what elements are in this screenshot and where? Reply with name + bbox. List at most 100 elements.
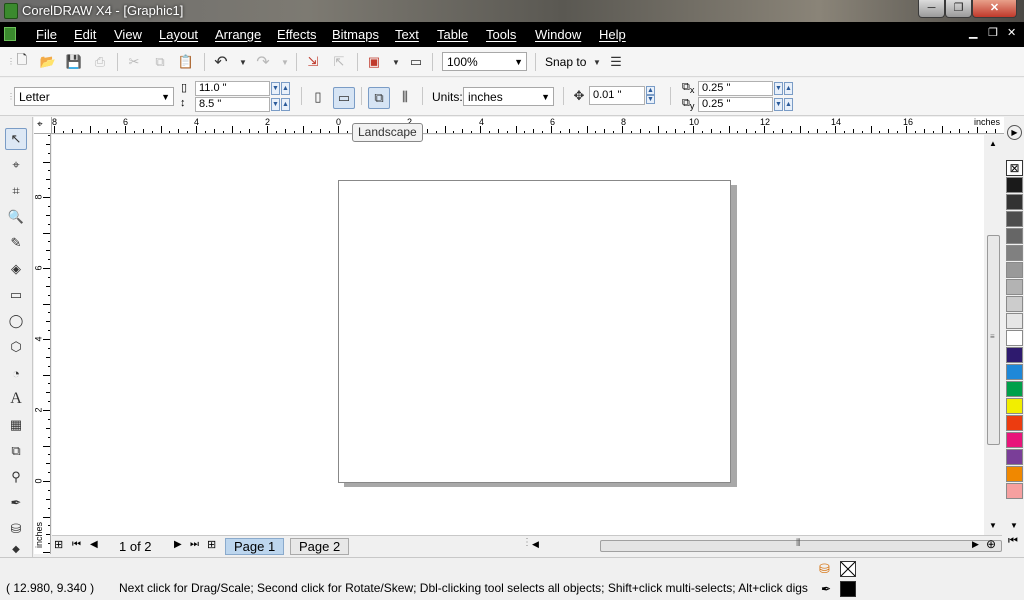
freehand-tool-icon[interactable]: ✎: [5, 232, 27, 254]
menu-bitmaps[interactable]: Bitmaps: [332, 27, 379, 42]
doc-restore-icon[interactable]: ❐: [988, 26, 998, 39]
palette-swatch[interactable]: [1006, 449, 1023, 465]
paper-size-select[interactable]: Letter ▼: [14, 87, 174, 106]
palette-swatch[interactable]: [1006, 381, 1023, 397]
vertical-scroll-thumb[interactable]: ≡: [987, 235, 1000, 445]
redo-dropdown-icon[interactable]: ▼: [277, 54, 293, 70]
document-icon[interactable]: [4, 27, 16, 41]
outline-color-black[interactable]: [840, 581, 856, 597]
horizontal-scroll-thumb[interactable]: ⦀: [600, 538, 1002, 552]
export-icon[interactable]: ⇱: [331, 54, 347, 70]
interactive-fill-tool-icon[interactable]: ◆: [5, 542, 27, 556]
palette-swatch[interactable]: [1006, 279, 1023, 295]
page-height-input[interactable]: 8.5 ": [195, 97, 270, 112]
ruler-origin[interactable]: ⌖: [34, 117, 52, 134]
width-up-icon[interactable]: ▲: [281, 82, 290, 95]
vertical-scrollbar[interactable]: ▲ ≡ ▼: [985, 135, 1002, 535]
menu-tools[interactable]: Tools: [486, 27, 516, 42]
smart-fill-tool-icon[interactable]: ◈: [5, 258, 27, 280]
palette-swatch[interactable]: [1006, 245, 1023, 261]
palette-scroll-down-icon[interactable]: ▼: [1010, 521, 1018, 530]
dupy-down-icon[interactable]: ▼: [774, 98, 783, 111]
drawing-page[interactable]: [338, 180, 731, 483]
menu-edit[interactable]: Edit: [74, 27, 96, 42]
units-select[interactable]: inches ▼: [463, 87, 554, 106]
outline-tool-icon[interactable]: ✒: [5, 492, 27, 514]
dupy-up-icon[interactable]: ▲: [784, 98, 793, 111]
insert-page-after-icon[interactable]: ⊞: [207, 538, 216, 551]
current-page-icon[interactable]: ⫼: [397, 89, 413, 105]
palette-scroll-up-icon[interactable]: ▶: [1007, 125, 1022, 140]
all-pages-icon[interactable]: ⧉: [368, 87, 390, 109]
insert-page-before-icon[interactable]: ⊞: [54, 538, 63, 551]
palette-swatch[interactable]: [1006, 415, 1023, 431]
polygon-tool-icon[interactable]: ⬡: [5, 336, 27, 358]
app-icon[interactable]: [4, 3, 18, 19]
interactive-blend-tool-icon[interactable]: ⧉: [5, 440, 27, 462]
copy-icon[interactable]: ⧉: [152, 54, 168, 70]
nudge-up-icon[interactable]: ▲: [646, 86, 655, 95]
options-icon[interactable]: ☰: [608, 54, 624, 70]
first-page-icon[interactable]: ⏮: [72, 539, 81, 550]
palette-swatch[interactable]: [1006, 262, 1023, 278]
scroll-up-icon[interactable]: ▲: [989, 139, 997, 148]
menu-file[interactable]: File: [36, 27, 57, 42]
tab-page-2[interactable]: Page 2: [290, 538, 350, 555]
redo-icon[interactable]: ↷: [255, 54, 271, 71]
palette-swatch[interactable]: [1006, 296, 1023, 312]
menu-text[interactable]: Text: [395, 27, 419, 42]
palette-swatch[interactable]: [1006, 177, 1023, 193]
palette-swatch[interactable]: [1006, 211, 1023, 227]
previous-page-icon[interactable]: ◀: [90, 539, 98, 550]
paste-icon[interactable]: 📋: [178, 54, 194, 70]
splitter-grip-icon[interactable]: ⋮: [522, 537, 532, 548]
launcher-dropdown-icon[interactable]: ▼: [388, 54, 404, 70]
height-down-icon[interactable]: ▼: [271, 98, 280, 111]
eyedropper-tool-icon[interactable]: ⚲: [5, 466, 27, 488]
table-tool-icon[interactable]: ▦: [5, 414, 27, 436]
dupx-down-icon[interactable]: ▼: [774, 82, 783, 95]
print-icon[interactable]: ⎙: [92, 54, 108, 70]
text-tool-icon[interactable]: A: [5, 388, 27, 410]
height-up-icon[interactable]: ▲: [281, 98, 290, 111]
menu-table[interactable]: Table: [437, 27, 468, 42]
nudge-down-icon[interactable]: ▼: [646, 95, 655, 104]
application-launcher-icon[interactable]: ▣: [366, 54, 382, 70]
width-down-icon[interactable]: ▼: [271, 82, 280, 95]
portrait-icon[interactable]: ▯: [310, 89, 326, 105]
snap-to-label[interactable]: Snap to: [545, 55, 586, 69]
minimize-button[interactable]: ─: [918, 0, 945, 18]
basic-shapes-tool-icon[interactable]: ◔: [5, 362, 27, 384]
scroll-down-icon[interactable]: ▼: [989, 521, 997, 530]
doc-minimize-icon[interactable]: ▁: [969, 26, 977, 39]
palette-swatch[interactable]: [1006, 347, 1023, 363]
cut-icon[interactable]: ✂: [126, 54, 142, 70]
last-page-icon[interactable]: ⏭: [190, 539, 199, 550]
palette-swatch[interactable]: [1006, 313, 1023, 329]
scroll-left-icon[interactable]: ◀: [532, 539, 539, 550]
horizontal-ruler[interactable]: 8 6 4 2 0 2 4 6 8 10 12 14 16 inches: [52, 117, 1004, 134]
outline-pen-icon[interactable]: ✒: [821, 582, 831, 596]
menu-view[interactable]: View: [114, 27, 142, 42]
zoom-navigator-icon[interactable]: ⊕: [986, 537, 996, 551]
undo-dropdown-icon[interactable]: ▼: [235, 54, 251, 70]
close-button[interactable]: ✕: [972, 0, 1017, 18]
palette-expand-icon[interactable]: ⏮: [1008, 535, 1018, 548]
save-icon[interactable]: 💾: [66, 54, 82, 70]
duplicate-x-input[interactable]: 0.25 ": [698, 81, 773, 96]
landscape-icon[interactable]: ▭: [333, 87, 355, 109]
import-icon[interactable]: ⇲: [305, 54, 321, 70]
fill-tool-icon[interactable]: ⛁: [5, 518, 27, 540]
palette-swatch[interactable]: [1006, 364, 1023, 380]
doc-close-icon[interactable]: ✕: [1007, 26, 1016, 39]
palette-swatch[interactable]: [1006, 228, 1023, 244]
no-fill-icon[interactable]: ⊠: [1006, 160, 1023, 176]
page-width-input[interactable]: 11.0 ": [195, 81, 270, 96]
palette-swatch[interactable]: [1006, 330, 1023, 346]
palette-swatch[interactable]: [1006, 466, 1023, 482]
fill-bucket-icon[interactable]: ⛁: [819, 561, 830, 577]
menu-layout[interactable]: Layout: [159, 27, 198, 42]
pick-tool-icon[interactable]: ↖: [5, 128, 27, 150]
duplicate-y-input[interactable]: 0.25 ": [698, 97, 773, 112]
zoom-tool-icon[interactable]: 🔍: [5, 206, 27, 228]
